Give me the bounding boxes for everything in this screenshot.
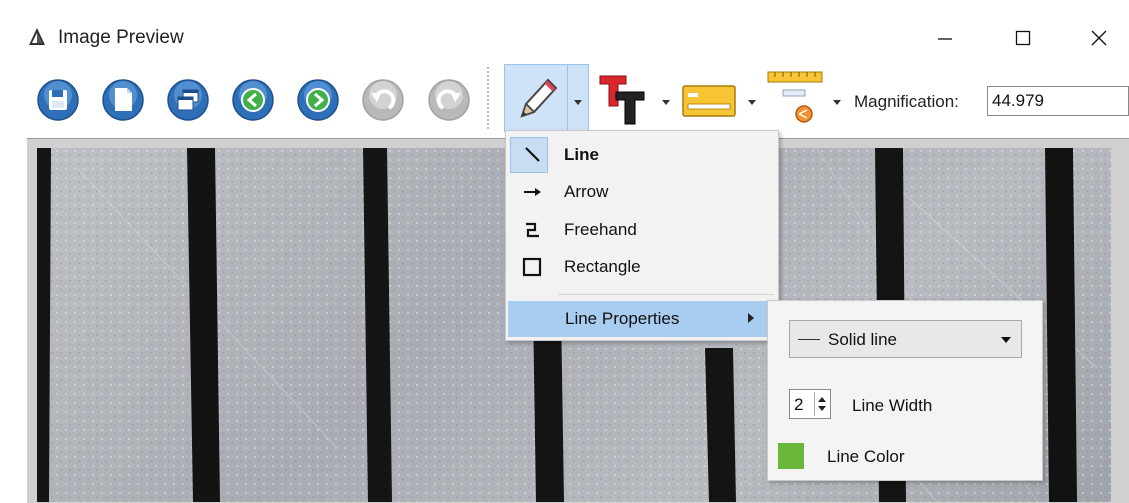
menu-item-rectangle[interactable]: Rectangle [506, 249, 778, 285]
line-properties-panel: Solid line 2 Line Width Line Color [767, 300, 1043, 481]
menu-item-line[interactable]: Line [506, 137, 778, 173]
redo-button[interactable] [427, 78, 471, 122]
draw-tool-split [567, 65, 568, 131]
menu-item-line-properties[interactable]: Line Properties [508, 301, 776, 337]
minimize-button[interactable] [920, 18, 970, 58]
app-icon [29, 28, 45, 45]
text-tool-dropdown-arrow[interactable] [662, 100, 670, 105]
measure-tool-icon[interactable] [767, 70, 825, 130]
forward-arrow-icon [297, 79, 339, 121]
line-color-label[interactable]: Line Color [827, 447, 905, 467]
minimize-icon [938, 38, 952, 40]
menu-item-freehand[interactable]: Freehand [506, 212, 778, 248]
solid-line-icon [798, 339, 820, 340]
submenu-arrow-icon [748, 313, 754, 323]
draw-tool-dropdown-arrow[interactable] [574, 100, 582, 105]
line-width-value: 2 [794, 395, 804, 414]
label-tool-icon[interactable] [682, 84, 738, 120]
menu-item-label: Line Properties [565, 309, 680, 328]
previous-button[interactable] [231, 78, 275, 122]
image-preview-window: Image Preview Magnification: 44.979 Line… [0, 0, 1129, 503]
draw-tool-menu: Line Arrow Freehand Rectangle Line Prope… [505, 130, 779, 341]
label-tool-dropdown-arrow[interactable] [748, 100, 756, 105]
redo-icon [428, 79, 470, 121]
windows-button[interactable] [166, 78, 210, 122]
line-width-spinner[interactable]: 2 [789, 389, 831, 419]
close-button[interactable] [1074, 18, 1124, 58]
undo-button[interactable] [361, 78, 405, 122]
save-button[interactable] [36, 78, 80, 122]
line-style-value: Solid line [828, 330, 897, 349]
menu-item-label: Line [564, 145, 599, 164]
title-bar: Image Preview [0, 0, 1129, 62]
rectangle-icon [522, 257, 542, 277]
maximize-button[interactable] [998, 18, 1048, 58]
close-icon [1091, 30, 1107, 46]
line-icon [525, 147, 540, 162]
next-button[interactable] [296, 78, 340, 122]
pencil-icon [520, 78, 558, 118]
chevron-down-icon [1001, 337, 1011, 343]
text-tool-icon[interactable] [596, 70, 652, 128]
save-icon [37, 79, 79, 121]
undo-icon [362, 79, 404, 121]
menu-item-arrow[interactable]: Arrow [506, 174, 778, 210]
arrow-icon [524, 188, 541, 196]
line-style-select[interactable]: Solid line [789, 320, 1022, 358]
measure-tool-dropdown-arrow[interactable] [833, 100, 841, 105]
maximize-icon [1015, 30, 1031, 46]
menu-item-label: Rectangle [564, 257, 641, 276]
magnification-input[interactable] [987, 86, 1129, 116]
toolbar: Magnification: [0, 62, 1129, 138]
toolbar-separator [487, 67, 489, 129]
magnification-label: Magnification: [854, 92, 959, 111]
windows-icon [167, 79, 209, 121]
new-document-icon [102, 79, 144, 121]
line-color-swatch[interactable] [778, 443, 804, 469]
menu-item-label: Arrow [564, 182, 609, 201]
menu-item-label: Freehand [564, 220, 637, 239]
spinner-arrows-icon[interactable] [814, 392, 829, 416]
back-arrow-icon [232, 79, 274, 121]
line-width-label: Line Width [852, 396, 933, 415]
window-title: Image Preview [58, 27, 184, 48]
freehand-icon [526, 222, 539, 238]
menu-separator [558, 294, 774, 295]
new-document-button[interactable] [101, 78, 145, 122]
